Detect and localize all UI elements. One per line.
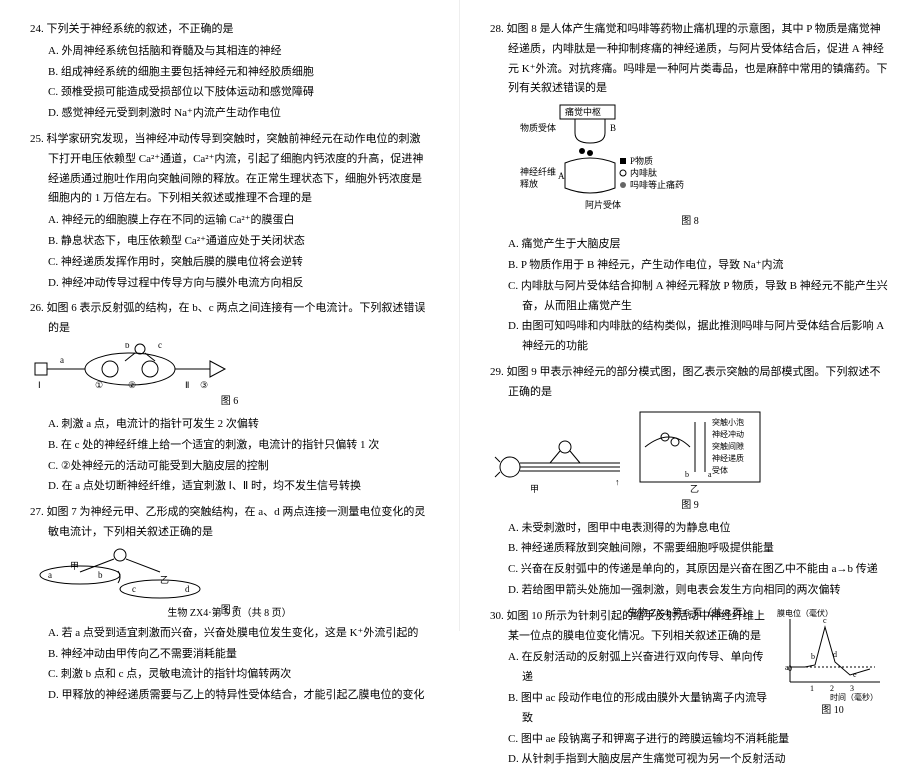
svg-text:痛觉中枢: 痛觉中枢: [565, 106, 601, 117]
svg-text:时间（毫秒）: 时间（毫秒）: [830, 692, 878, 702]
q25-opt-d: D. 神经冲动传导过程中传导方向与膜外电流方向相反: [30, 274, 429, 294]
q24-stem: 24. 下列关于神经系统的叙述，不正确的是: [30, 20, 429, 40]
q25-opt-b: B. 静息状态下，电压依赖型 Ca²⁺通道应处于关闭状态: [30, 232, 429, 252]
q24-opt-b: B. 组成神经系统的细胞主要包括神经元和神经胶质细胞: [30, 63, 429, 83]
fig8-caption: 图 8: [490, 213, 890, 231]
q26-opt-b: B. 在 c 处的神经纤维上给一个适宜的刺激，电流计的指针只偏转 1 次: [30, 436, 429, 456]
q28: 28. 如图 8 是人体产生痛觉和吗啡等药物止痛机理的示意图，其中 P 物质是痛…: [490, 20, 890, 357]
svg-text:物质受体: 物质受体: [520, 122, 556, 133]
svg-text:2: 2: [830, 684, 834, 693]
fig9: ↑ 甲 突触小泡 神经冲动 突触间隙 神经递质 受体 b a 乙 图 9: [490, 407, 890, 515]
fig10: 膜电位（毫伏） a b c d e 0 1 2 3 时间（毫秒） 图 10: [775, 607, 890, 720]
q25-stem: 25. 科学家研究发现，当神经冲动传导到突触时，突触前神经元在动作电位的刺激下打…: [30, 130, 429, 209]
q25-opt-a: A. 神经元的细胞膜上存在不同的运输 Ca²⁺的膜蛋白: [30, 211, 429, 231]
svg-text:突触间隙: 突触间隙: [712, 441, 744, 451]
q28-opt-a: A. 痛觉产生于大脑皮层: [490, 235, 890, 255]
svg-text:1: 1: [810, 684, 814, 693]
svg-text:乙: 乙: [690, 484, 699, 494]
svg-text:3: 3: [850, 684, 854, 693]
svg-text:突触小泡: 突触小泡: [712, 417, 744, 427]
svg-text:神经冲动: 神经冲动: [712, 429, 744, 439]
q28-opt-b: B. P 物质作用于 B 神经元，产生动作电位，导致 Na⁺内流: [490, 256, 890, 276]
fig6-caption: 图 6: [30, 393, 429, 411]
svg-text:吗啡等止痛药: 吗啡等止痛药: [630, 179, 684, 190]
q28-stem: 28. 如图 8 是人体产生痛觉和吗啡等药物止痛机理的示意图，其中 P 物质是痛…: [490, 20, 890, 99]
fig7-svg: a b 甲 c d 乙: [30, 547, 210, 602]
q27-stem: 27. 如图 7 为神经元甲、乙形成的突触结构，在 a、d 两点连接一测量电位变…: [30, 503, 429, 543]
q30-opt-d: D. 从针刺手指到大脑皮层产生痛觉可视为另一个反射活动: [490, 750, 890, 770]
q26-opt-d: D. 在 a 点处切断神经纤维，适宜刺激 Ⅰ、Ⅱ 时，均不发生信号转换: [30, 477, 429, 497]
q26-opt-c: C. ②处神经元的活动可能受到大脑皮层的控制: [30, 457, 429, 477]
footer-left: 生物 ZX4·第 5 页（共 8 页）: [0, 605, 459, 623]
fig8-svg: 痛觉中枢 物质受体 B 神经纤维 释放 A P物质 内啡肽 吗啡等止痛药 阿片受…: [490, 103, 690, 213]
q27-opt-b: B. 神经冲动由甲传向乙不需要消耗能量: [30, 645, 429, 665]
svg-text:甲: 甲: [70, 561, 79, 571]
page-5: 24. 下列关于神经系统的叙述，不正确的是 A. 外周神经系统包括脑和脊髓及与其…: [0, 0, 460, 631]
page-6: 28. 如图 8 是人体产生痛觉和吗啡等药物止痛机理的示意图，其中 P 物质是痛…: [460, 0, 920, 631]
q24-opt-a: A. 外周神经系统包括脑和脊髓及与其相连的神经: [30, 42, 429, 62]
svg-text:b: b: [125, 343, 130, 350]
fig8: 痛觉中枢 物质受体 B 神经纤维 释放 A P物质 内啡肽 吗啡等止痛药 阿片受…: [490, 103, 890, 231]
svg-text:b: b: [811, 652, 815, 661]
q24: 24. 下列关于神经系统的叙述，不正确的是 A. 外周神经系统包括脑和脊髓及与其…: [30, 20, 429, 124]
q26: 26. 如图 6 表示反射弧的结构，在 b、c 两点之间连接有一个电流计。下列叙…: [30, 299, 429, 497]
svg-text:a: a: [708, 470, 712, 479]
svg-text:c: c: [132, 584, 136, 594]
q24-opt-d: D. 感觉神经元受到刺激时 Na⁺内流产生动作电位: [30, 104, 429, 124]
svg-text:乙: 乙: [160, 575, 169, 585]
q26-stem: 26. 如图 6 表示反射弧的结构，在 b、c 两点之间连接有一个电流计。下列叙…: [30, 299, 429, 339]
q29-stem: 29. 如图 9 甲表示神经元的部分模式图，图乙表示突触的局部模式图。下列叙述不…: [490, 363, 890, 403]
svg-text:a: a: [60, 355, 64, 365]
svg-text:d: d: [185, 584, 190, 594]
svg-text:↑: ↑: [615, 477, 620, 487]
q27-opt-a: A. 若 a 点受到适宜刺激而兴奋，兴奋处膜电位发生变化，这是 K⁺外流引起的: [30, 624, 429, 644]
q29-opt-d: D. 若给图甲箭头处施加一强刺激，则电表会发生方向相同的两次偏转: [490, 581, 890, 601]
svg-text:c: c: [158, 343, 162, 350]
svg-text:②: ②: [128, 380, 136, 390]
svg-text:A: A: [558, 171, 565, 181]
svg-text:B: B: [610, 123, 616, 133]
fig9-caption: 图 9: [490, 497, 890, 515]
q28-opt-c: C. 内啡肽与阿片受体结合抑制 A 神经元释放 P 物质，导致 B 神经元不能产…: [490, 277, 890, 317]
svg-text:神经纤维: 神经纤维: [520, 166, 556, 177]
q29-opt-b: B. 神经递质释放到突触间隙，不需要细胞呼吸提供能量: [490, 539, 890, 559]
svg-text:内啡肽: 内啡肽: [630, 167, 657, 178]
svg-text:a: a: [48, 570, 52, 580]
svg-text:神经递质: 神经递质: [712, 453, 744, 463]
svg-text:d: d: [833, 650, 837, 659]
q29-opt-a: A. 未受刺激时，图甲中电表测得的为静息电位: [490, 519, 890, 539]
fig6-svg: a b c Ⅰ ① ② Ⅱ ③: [30, 343, 230, 393]
q30-opt-c: C. 图中 ae 段钠离子和钾离子进行的跨膜运输均不消耗能量: [490, 730, 890, 750]
q26-opt-a: A. 刺激 a 点，电流计的指针可发生 2 次偏转: [30, 415, 429, 435]
q29: 29. 如图 9 甲表示神经元的部分模式图，图乙表示突触的局部模式图。下列叙述不…: [490, 363, 890, 601]
fig9-svg: ↑ 甲 突触小泡 神经冲动 突触间隙 神经递质 受体 b a 乙: [490, 407, 770, 497]
footer-right: 生物 ZX4·第 6 页（共 8 页）: [460, 605, 920, 623]
svg-text:受体: 受体: [712, 465, 728, 475]
svg-text:③: ③: [200, 380, 208, 390]
svg-text:Ⅱ: Ⅱ: [185, 380, 189, 390]
fig10-caption: 图 10: [775, 702, 890, 720]
q25-opt-c: C. 神经递质发挥作用时，突触后膜的膜电位将会逆转: [30, 253, 429, 273]
svg-text:b: b: [98, 570, 103, 580]
q25: 25. 科学家研究发现，当神经冲动传导到突触时，突触前神经元在动作电位的刺激下打…: [30, 130, 429, 293]
svg-text:Ⅰ: Ⅰ: [38, 380, 41, 390]
svg-text:b: b: [685, 470, 689, 479]
q29-opt-c: C. 兴奋在反射弧中的传递是单向的，其原因是兴奋在图乙中不能由 a→b 传递: [490, 560, 890, 580]
svg-text:阿片受体: 阿片受体: [585, 199, 621, 210]
svg-text:P物质: P物质: [630, 155, 653, 166]
svg-text:甲: 甲: [530, 484, 539, 494]
q27-opt-d: D. 甲释放的神经递质需要与乙上的特异性受体结合，才能引起乙膜电位的变化: [30, 686, 429, 706]
fig6: a b c Ⅰ ① ② Ⅱ ③ 图 6: [30, 343, 429, 411]
q27-opt-c: C. 刺激 b 点和 c 点，灵敏电流计的指针均偏转两次: [30, 665, 429, 685]
svg-text:e: e: [853, 670, 857, 679]
q30: 膜电位（毫伏） a b c d e 0 1 2 3 时间（毫秒） 图 10 30…: [490, 607, 890, 771]
svg-text:①: ①: [95, 380, 103, 390]
q24-opt-c: C. 颈椎受损可能造成受损部位以下肢体运动和感觉障碍: [30, 83, 429, 103]
q28-opt-d: D. 由图可知吗啡和内啡肽的结构类似，据此推测吗啡与阿片受体结合后影响 A 神经…: [490, 317, 890, 357]
svg-text:释放: 释放: [520, 178, 538, 189]
svg-text:0: 0: [788, 664, 792, 673]
